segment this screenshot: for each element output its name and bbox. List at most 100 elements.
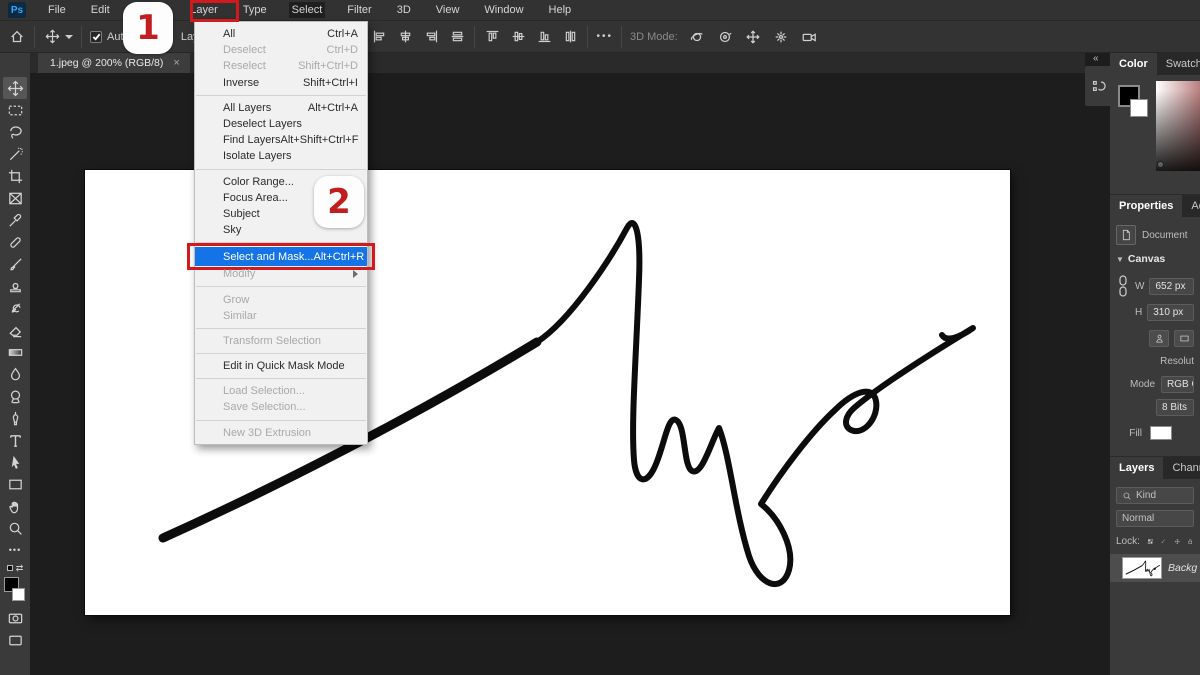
align-middle-icon[interactable] [509,28,527,46]
menu-item-find-layers[interactable]: Find Layers Alt+Shift+Ctrl+F [195,132,367,148]
move-tool-icon[interactable] [43,28,61,46]
menu-item-modify[interactable]: Modify [195,266,367,282]
tab-swatches[interactable]: Swatches [1157,53,1200,75]
chevron-down-icon[interactable] [65,35,73,39]
collapse-panels-icon[interactable]: « [1093,53,1099,64]
portrait-orientation-button[interactable] [1149,330,1169,347]
lasso-tool[interactable] [3,121,27,143]
tab-adjustments[interactable]: Adjus [1182,195,1200,217]
menu-item-load-selection[interactable]: Load Selection... [195,383,367,399]
menu-item-grow[interactable]: Grow [195,291,367,307]
history-panel-icon[interactable] [1085,66,1110,106]
background-layer-row[interactable]: Backg [1110,554,1200,582]
color-cursor[interactable] [1157,161,1164,168]
quick-selection-tool[interactable] [3,143,27,165]
type-tool[interactable] [3,429,27,451]
crop-tool[interactable] [3,165,27,187]
tab-color[interactable]: Color [1110,53,1157,75]
align-bottom-icon[interactable] [535,28,553,46]
tab-layers[interactable]: Layers [1110,457,1163,479]
frame-tool[interactable] [3,187,27,209]
dodge-tool[interactable] [3,385,27,407]
kind-filter-dropdown[interactable]: Kind [1116,487,1194,504]
rectangular-marquee-tool[interactable] [3,99,27,121]
menu-item-inverse[interactable]: Inverse Shift+Ctrl+I [195,75,367,91]
menu-item-similar[interactable]: Similar [195,308,367,324]
3d-orbit-icon[interactable] [688,28,706,46]
3d-roll-icon[interactable] [716,28,734,46]
height-input[interactable]: 310 px [1147,304,1194,321]
distribute-horizontal-icon[interactable] [448,28,466,46]
align-right-icon[interactable] [422,28,440,46]
menu-view[interactable]: View [433,2,463,18]
menu-3d[interactable]: 3D [394,2,414,18]
blur-tool[interactable] [3,363,27,385]
edit-toolbar-icon[interactable]: ••• [3,539,27,561]
blend-mode-dropdown[interactable]: Normal [1116,510,1194,527]
default-swap-colors[interactable]: ⇄ [7,561,24,575]
3d-pan-icon[interactable] [744,28,762,46]
quick-mask-mode-button[interactable] [3,607,27,629]
menu-item-reselect[interactable]: Reselect Shift+Ctrl+D [195,58,367,74]
tab-properties[interactable]: Properties [1110,195,1182,217]
bit-depth-dropdown[interactable]: 8 Bits [1156,399,1194,416]
tab-channels[interactable]: Channels [1163,457,1200,479]
menu-file[interactable]: File [45,2,69,18]
distribute-vertical-icon[interactable] [561,28,579,46]
pen-tool[interactable] [3,407,27,429]
menu-filter[interactable]: Filter [344,2,374,18]
more-options-button[interactable]: ••• [596,31,613,42]
menu-window[interactable]: Window [481,2,526,18]
default-colors-icon[interactable] [7,565,13,571]
gradient-tool[interactable] [3,341,27,363]
path-selection-tool[interactable] [3,451,27,473]
move-tool[interactable] [3,77,27,99]
brush-tool[interactable] [3,253,27,275]
align-top-icon[interactable] [483,28,501,46]
3d-slide-icon[interactable] [772,28,790,46]
fill-color-swatch[interactable] [1150,426,1172,440]
history-brush-tool[interactable] [3,297,27,319]
menu-item-all[interactable]: All Ctrl+A [195,26,367,42]
color-picker-field[interactable] [1156,81,1200,171]
rectangle-tool[interactable] [3,473,27,495]
menu-item-edit-in-quick-mask-mode[interactable]: Edit in Quick Mask Mode [195,358,367,374]
close-tab-icon[interactable]: × [173,57,179,69]
menu-select[interactable]: Select [289,2,326,18]
menu-layer[interactable]: Layer [187,2,221,18]
menu-help[interactable]: Help [546,2,575,18]
screen-mode-button[interactable] [3,629,27,651]
auto-select-checkbox[interactable] [90,31,102,43]
menu-item-new-3d-extrusion[interactable]: New 3D Extrusion [195,425,367,441]
align-center-horizontal-icon[interactable] [396,28,414,46]
home-icon[interactable] [8,28,26,46]
layer-thumbnail[interactable] [1122,557,1162,579]
menu-item-transform-selection[interactable]: Transform Selection [195,333,367,349]
menu-item-isolate-layers[interactable]: Isolate Layers [195,148,367,164]
menu-item-select-and-mask[interactable]: Select and Mask... Alt+Ctrl+R [195,247,367,266]
menu-edit[interactable]: Edit [88,2,113,18]
zoom-tool[interactable] [3,517,27,539]
background-color-swatch[interactable] [1130,99,1148,117]
menu-item-deselect-layers[interactable]: Deselect Layers [195,116,367,132]
hand-tool[interactable] [3,495,27,517]
layer-name[interactable]: Backg [1168,562,1197,574]
menu-type[interactable]: Type [240,2,270,18]
clone-stamp-tool[interactable] [3,275,27,297]
canvas-section-header[interactable]: ▼ Canvas [1110,245,1200,269]
swap-colors-icon[interactable]: ⇄ [16,563,24,574]
3d-camera-icon[interactable] [800,28,818,46]
lock-all-icon[interactable] [1187,535,1194,548]
document-tab[interactable]: 1.jpeg @ 200% (RGB/8) × [38,53,190,73]
lock-position-icon[interactable] [1174,535,1181,548]
foreground-background-swatches[interactable] [3,577,27,607]
menu-item-all-layers[interactable]: All Layers Alt+Ctrl+A [195,100,367,116]
mode-dropdown[interactable]: RGB C [1161,376,1194,393]
landscape-orientation-button[interactable] [1174,330,1194,347]
link-dimensions-icon[interactable] [1116,273,1130,299]
eraser-tool[interactable] [3,319,27,341]
lock-transparency-icon[interactable] [1147,535,1154,548]
width-input[interactable]: 652 px [1149,278,1194,295]
background-color-swatch[interactable] [12,588,25,601]
menu-item-deselect[interactable]: Deselect Ctrl+D [195,42,367,58]
